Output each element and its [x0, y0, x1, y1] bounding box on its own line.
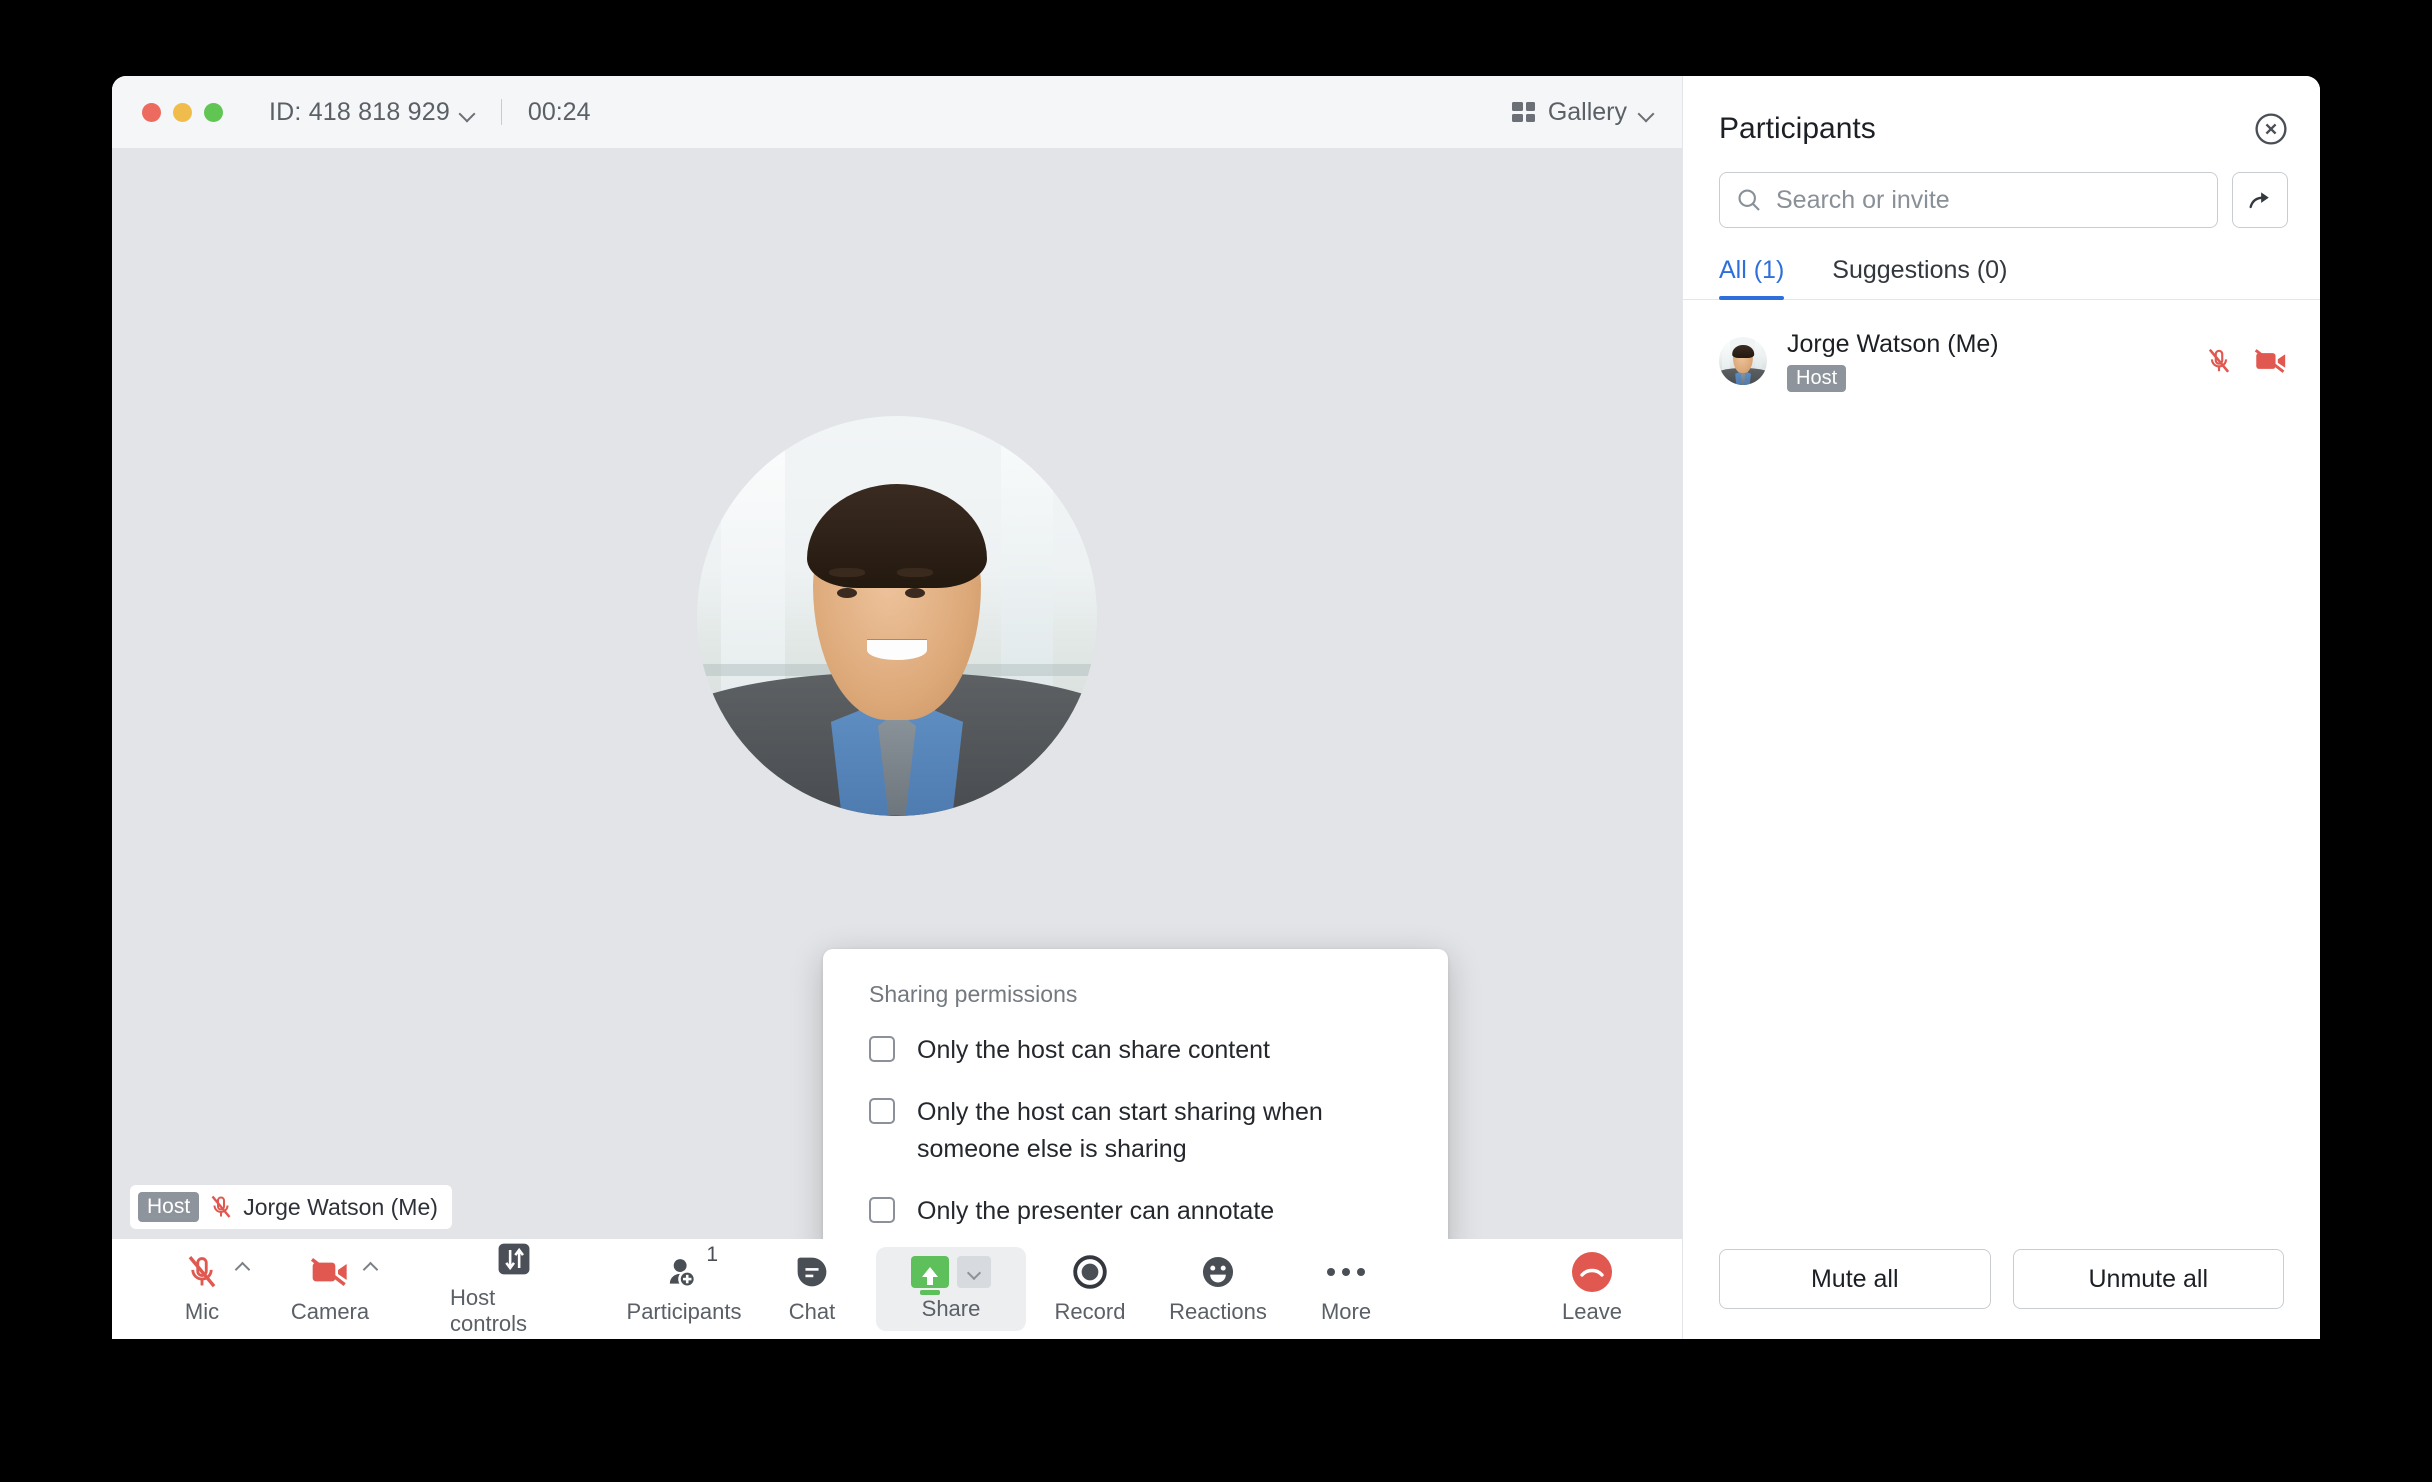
maximize-window-button[interactable] — [204, 102, 223, 122]
participant-avatar-large — [697, 415, 1097, 816]
panel-footer: Mute all Unmute all — [1683, 1249, 2320, 1339]
hangup-icon — [1572, 1252, 1612, 1292]
permission-option-host-share[interactable]: Only the host can share content — [869, 1032, 1412, 1068]
tab-all[interactable]: All (1) — [1719, 256, 1785, 300]
meeting-id-label: ID: 418 818 929 — [269, 97, 450, 126]
search-row: Search or invite — [1683, 146, 2320, 228]
share-arrow-icon — [2249, 192, 2269, 209]
minimize-window-button[interactable] — [173, 102, 192, 122]
chevron-down-icon — [460, 108, 475, 117]
toolbar-button-chat[interactable]: Chat — [748, 1247, 876, 1331]
participant-name-overlay: Host Jorge Watson (Me) — [130, 1185, 452, 1229]
sliders-icon — [496, 1241, 532, 1277]
chevron-down-icon — [968, 1268, 980, 1276]
mic-muted-icon — [211, 1195, 231, 1218]
close-panel-button[interactable] — [2254, 112, 2288, 146]
divider — [500, 99, 502, 125]
toolbar-button-camera[interactable]: Camera — [266, 1247, 394, 1331]
mic-muted-icon[interactable] — [2206, 347, 2232, 375]
popover-title: Sharing permissions — [869, 981, 1078, 1007]
chevron-down-icon — [1639, 108, 1654, 117]
toolbar-label: Leave — [1562, 1299, 1622, 1324]
sharing-permissions-popover: Sharing permissions Only the host can sh… — [823, 949, 1448, 1239]
app-window: ID: 418 818 929 00:24 Gallery Host Jorge… — [112, 76, 2320, 1339]
toolbar-button-record[interactable]: Record — [1026, 1247, 1154, 1331]
mute-all-button[interactable]: Mute all — [1719, 1249, 1991, 1309]
toolbar-label: Camera — [290, 1299, 370, 1324]
toolbar-label: Record — [1054, 1299, 1126, 1324]
camera-off-icon[interactable] — [2254, 347, 2288, 375]
permission-option-host-start-sharing[interactable]: Only the host can start sharing when som… — [869, 1094, 1412, 1167]
toolbar-label: Chat — [788, 1299, 836, 1324]
chevron-up-icon[interactable] — [236, 1261, 250, 1270]
chevron-up-icon[interactable] — [364, 1261, 378, 1270]
panel-tabs: All (1) Suggestions (0) — [1683, 256, 2320, 300]
host-badge: Host — [1787, 365, 1847, 392]
toolbar-button-participants[interactable]: 1 Participants — [620, 1243, 748, 1331]
participants-panel: Participants Search or invite All (1) Su… — [1683, 76, 2320, 1339]
window-controls[interactable] — [142, 102, 223, 122]
toolbar-label: Reactions — [1169, 1299, 1267, 1324]
panel-title: Participants — [1719, 112, 1876, 145]
chat-bubble-icon — [795, 1253, 829, 1291]
grid-icon — [1511, 101, 1536, 123]
ellipsis-icon — [1327, 1253, 1365, 1291]
checkbox[interactable] — [869, 1196, 895, 1223]
search-placeholder: Search or invite — [1776, 185, 1950, 214]
camera-off-icon — [310, 1253, 350, 1291]
invite-button[interactable] — [2232, 172, 2288, 228]
toolbar-label: More — [1320, 1299, 1372, 1324]
toolbar-label: Participants — [626, 1299, 742, 1324]
video-stage: Host Jorge Watson (Me) Sharing permissio… — [112, 148, 1682, 1239]
close-circle-icon — [2255, 113, 2287, 145]
avatar-image — [697, 415, 1097, 816]
toolbar-label: Host controls — [450, 1285, 528, 1336]
checkbox[interactable] — [869, 1098, 895, 1125]
host-badge: Host — [138, 1192, 200, 1222]
record-circle-icon — [1072, 1253, 1108, 1291]
person-add-icon — [666, 1253, 702, 1291]
tab-suggestions[interactable]: Suggestions (0) — [1832, 256, 2007, 299]
toolbar-button-host-controls[interactable]: Host controls — [450, 1243, 578, 1336]
close-window-button[interactable] — [142, 102, 161, 122]
avatar — [1719, 337, 1767, 385]
share-options-dropdown[interactable] — [957, 1256, 991, 1288]
participant-name: Jorge Watson (Me) — [1787, 330, 1999, 358]
meeting-timer: 00:24 — [527, 97, 591, 126]
checkbox[interactable] — [869, 1036, 895, 1062]
toolbar-button-mic[interactable]: Mic — [138, 1247, 266, 1331]
unmute-all-button[interactable]: Unmute all — [2012, 1249, 2284, 1309]
permission-label: Only the presenter can annotate — [917, 1196, 1275, 1225]
search-input[interactable]: Search or invite — [1719, 172, 2218, 228]
title-bar: ID: 418 818 929 00:24 Gallery — [112, 76, 1682, 148]
mic-muted-icon — [185, 1253, 219, 1291]
participants-count-badge: 1 — [706, 1243, 718, 1266]
permission-option-presenter-annotate[interactable]: Only the presenter can annotate — [869, 1193, 1412, 1229]
toolbar-label: Share — [921, 1296, 981, 1321]
toolbar-button-share[interactable]: Share — [876, 1247, 1026, 1331]
toolbar-button-leave[interactable]: Leave — [1528, 1247, 1656, 1331]
smiley-icon — [1201, 1253, 1235, 1291]
participants-list: Jorge Watson (Me) Host — [1683, 300, 2320, 1249]
meeting-area: ID: 418 818 929 00:24 Gallery Host Jorge… — [112, 76, 1683, 1339]
toolbar-button-reactions[interactable]: Reactions — [1154, 1247, 1282, 1331]
gallery-view-button[interactable]: Gallery — [1511, 97, 1654, 127]
permission-label: Only the host can start sharing when som… — [917, 1098, 1323, 1163]
meeting-toolbar: Mic Camera Host controls 1 Participants … — [112, 1239, 1682, 1339]
list-item[interactable]: Jorge Watson (Me) Host — [1719, 322, 2288, 400]
gallery-label: Gallery — [1547, 97, 1627, 126]
permission-label: Only the host can share content — [917, 1036, 1270, 1064]
panel-header: Participants — [1683, 76, 2320, 146]
toolbar-button-more[interactable]: More — [1282, 1247, 1410, 1331]
share-screen-icon — [911, 1256, 949, 1288]
participant-name-label: Jorge Watson (Me) — [243, 1193, 438, 1220]
toolbar-label: Mic — [184, 1299, 220, 1324]
search-icon — [1738, 189, 1760, 211]
meeting-id-dropdown[interactable]: ID: 418 818 929 — [269, 98, 475, 127]
